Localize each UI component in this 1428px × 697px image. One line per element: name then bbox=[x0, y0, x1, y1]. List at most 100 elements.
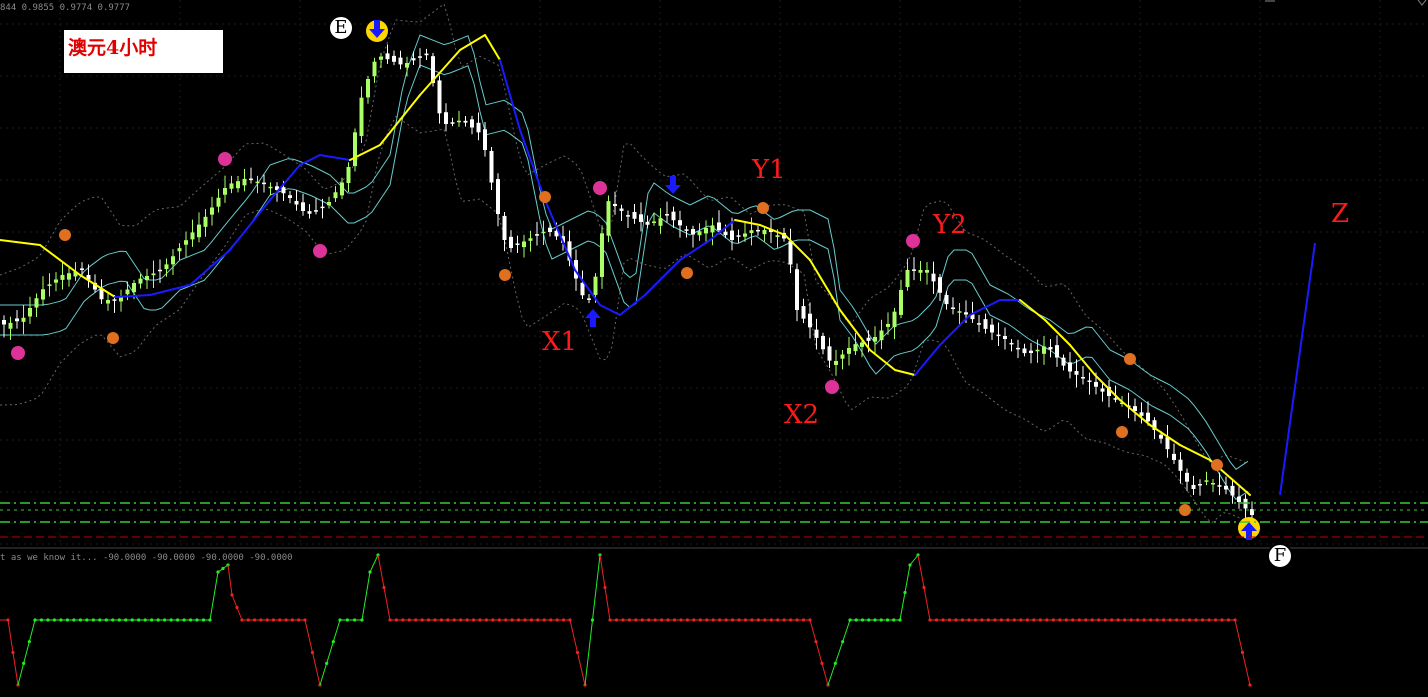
oscillator-point bbox=[446, 618, 450, 622]
candle-body bbox=[964, 312, 968, 315]
oscillator-point bbox=[414, 618, 418, 622]
oscillator-point bbox=[973, 618, 978, 622]
oscillator-point bbox=[763, 618, 767, 622]
candle-body bbox=[1029, 350, 1033, 353]
candle-body bbox=[632, 211, 637, 219]
fractal-dot-icon bbox=[1116, 426, 1128, 438]
oscillator-point bbox=[575, 650, 580, 655]
candle-body bbox=[704, 228, 708, 234]
oscillator-point bbox=[993, 618, 997, 622]
candle-body bbox=[112, 299, 117, 301]
oscillator-point bbox=[841, 640, 845, 644]
oscillator-point bbox=[420, 618, 424, 622]
oscillator-point bbox=[325, 661, 329, 665]
ma-segment-up bbox=[939, 314, 971, 346]
candle-body bbox=[281, 187, 286, 194]
candle-body bbox=[216, 197, 221, 207]
candle-body bbox=[184, 240, 188, 245]
close-icon[interactable] bbox=[1416, 0, 1428, 6]
oscillator-point bbox=[278, 618, 282, 622]
fractal-dot-icon bbox=[313, 244, 327, 258]
candle-body bbox=[1113, 398, 1118, 400]
oscillator-point bbox=[801, 618, 806, 622]
oscillator-point bbox=[478, 618, 482, 622]
candle-body bbox=[834, 361, 838, 365]
oscillator-point bbox=[1071, 618, 1075, 622]
oscillator-point bbox=[22, 661, 26, 665]
candle-body bbox=[1087, 380, 1092, 382]
candle-body bbox=[587, 298, 591, 300]
oscillator-point bbox=[730, 618, 735, 622]
oscillator-point bbox=[614, 618, 619, 622]
candle-body bbox=[684, 229, 689, 231]
candle-body bbox=[912, 269, 916, 271]
oscillator-point bbox=[169, 618, 173, 622]
oscillator-point bbox=[484, 618, 489, 622]
candle-body bbox=[814, 329, 819, 338]
oscillator-point bbox=[401, 618, 405, 622]
candle-body bbox=[307, 211, 312, 214]
wave-label-y1: Y1 bbox=[752, 155, 786, 185]
candle-body bbox=[840, 354, 845, 359]
fractal-dot-icon bbox=[1124, 353, 1136, 365]
oscillator-line bbox=[369, 554, 379, 573]
oscillator-panel bbox=[0, 553, 1252, 687]
oscillator-point bbox=[290, 618, 294, 622]
minimize-icon[interactable] bbox=[1264, 0, 1276, 6]
price-chart[interactable] bbox=[0, 0, 1428, 697]
oscillator-point bbox=[1084, 618, 1088, 622]
candle-body bbox=[886, 324, 890, 327]
oscillator-point bbox=[750, 618, 754, 622]
oscillator-point bbox=[640, 618, 644, 622]
oscillator-point bbox=[1097, 618, 1101, 622]
oscillator-point bbox=[497, 618, 501, 622]
ma-segment-up bbox=[299, 154, 321, 166]
oscillator-point bbox=[1226, 618, 1231, 622]
candle-body bbox=[1178, 459, 1183, 471]
oscillator-point bbox=[345, 618, 349, 622]
candle-body bbox=[983, 319, 988, 329]
oscillator-point bbox=[510, 618, 514, 622]
oscillator-point bbox=[1129, 618, 1133, 622]
candle-body bbox=[2, 320, 6, 325]
candle-body bbox=[301, 202, 305, 211]
chart-area[interactable]: 844 0.9855 0.9774 0.9777 澳元4小时 E F X1 Y1… bbox=[0, 0, 1428, 697]
candle-body bbox=[294, 200, 299, 205]
chart-title: 澳元4小时 bbox=[68, 37, 158, 59]
candle-body bbox=[411, 58, 416, 61]
candle-body bbox=[249, 178, 253, 181]
candle-body bbox=[717, 222, 721, 231]
oscillator-point bbox=[1168, 618, 1172, 622]
oscillator-point bbox=[259, 618, 263, 622]
oscillator-point bbox=[394, 618, 399, 622]
envelope-lines bbox=[0, 34, 1249, 500]
oscillator-point bbox=[769, 618, 773, 622]
projection-line-z bbox=[1279, 242, 1316, 496]
candle-body bbox=[47, 284, 52, 286]
oscillator-point bbox=[782, 618, 786, 622]
candle-body bbox=[450, 122, 455, 124]
candle-body bbox=[535, 234, 539, 236]
ma-segment-up bbox=[114, 294, 151, 298]
oscillator-point bbox=[452, 618, 456, 622]
candle-body bbox=[1055, 345, 1059, 358]
ma-segment-up bbox=[914, 344, 941, 376]
candle-body bbox=[951, 307, 955, 309]
ma-segment-down bbox=[0, 239, 41, 246]
oscillator-point bbox=[833, 661, 837, 665]
candle-body bbox=[1009, 342, 1014, 345]
oscillator-point bbox=[353, 618, 357, 622]
oscillator-point bbox=[685, 618, 690, 622]
candle-body bbox=[509, 236, 513, 248]
support-lines bbox=[0, 502, 1428, 538]
candle-body bbox=[223, 188, 227, 195]
oscillator-point bbox=[814, 640, 818, 644]
candle-body bbox=[320, 206, 325, 209]
fractal-dot-icon bbox=[218, 152, 232, 166]
candle-body bbox=[1081, 377, 1085, 379]
oscillator-point bbox=[1174, 618, 1179, 622]
oscillator-point bbox=[672, 618, 677, 622]
candle-body bbox=[177, 248, 182, 252]
oscillator-point bbox=[854, 618, 858, 622]
oscillator-point bbox=[1077, 618, 1081, 622]
